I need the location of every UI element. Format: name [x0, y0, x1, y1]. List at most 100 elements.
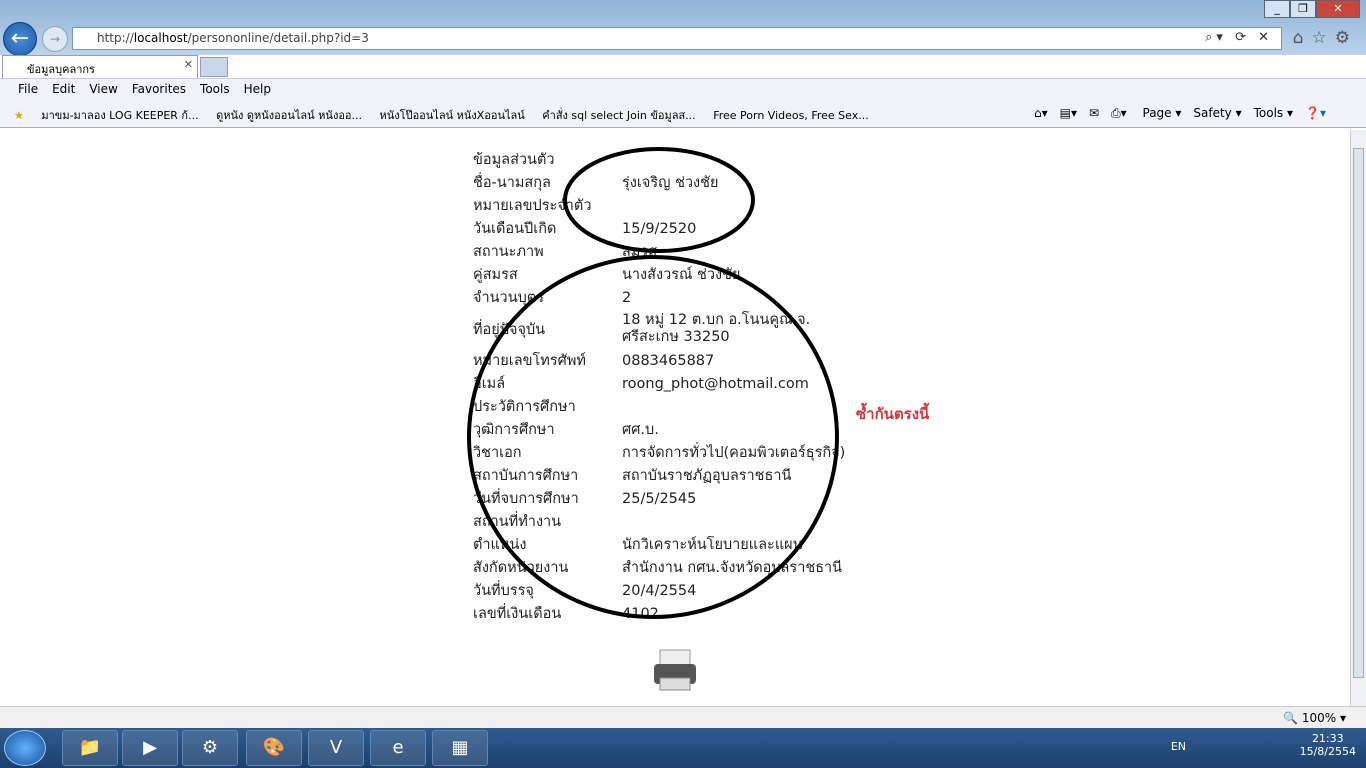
tab-active[interactable]: ข้อมูลบุคลากร ✕	[2, 55, 198, 78]
feeds-icon[interactable]: ▤▾	[1060, 106, 1077, 120]
field-value: 20/4/2554	[622, 582, 697, 599]
menu-bar: File Edit View Favorites Tools Help	[0, 78, 1366, 100]
printer-icon	[654, 649, 696, 691]
tools-menu[interactable]: Tools ▾	[1254, 106, 1293, 120]
zoom-value: 100%	[1301, 711, 1337, 725]
explorer-taskbar-icon[interactable]: 📁	[62, 730, 118, 766]
home-favorites-settings[interactable]: ⌂☆⚙	[1293, 28, 1358, 48]
scroll-thumb[interactable]	[1353, 148, 1364, 678]
table-row: สถานที่ทำงาน	[470, 510, 848, 533]
table-row: ชื่อ-นามสกุล รุ่งเจริญ ช่วงชัย	[470, 171, 848, 194]
field-label: ข้อมูลส่วนตัว	[473, 152, 555, 168]
help-icon[interactable]: ❓▾	[1305, 106, 1326, 120]
mail-icon[interactable]: ✉	[1089, 106, 1099, 120]
table-row: คู่สมรส นางสังวรณ์ ช่วงชัย	[470, 263, 848, 286]
favorite-link[interactable]: Free Porn Videos, Free Sex...	[713, 109, 869, 122]
field-label: วันที่บรรจุ	[473, 583, 534, 599]
gear-icon[interactable]: ⚙	[1335, 28, 1358, 48]
app-taskbar-icon[interactable]: ▦	[432, 730, 488, 766]
table-row: วุฒิการศึกษา ศศ.บ.	[470, 418, 848, 441]
paint-taskbar-icon[interactable]: 🎨	[246, 730, 302, 766]
address-line: ศรีสะเกษ 33250	[622, 329, 730, 345]
field-label: สถานะภาพ	[473, 244, 544, 260]
home-icon[interactable]: ⌂▾	[1034, 106, 1048, 120]
field-value: นักวิเคราะห์นโยบายและแผน	[622, 537, 803, 553]
annotation-note: ซ้ำกันตรงนี้	[856, 405, 930, 423]
page-menu[interactable]: Page ▾	[1143, 106, 1182, 120]
field-value: ศศ.บ.	[622, 422, 659, 438]
new-tab-button[interactable]	[200, 57, 228, 77]
table-row: วิชาเอก การจัดการทั่วไป(คอมพิวเตอร์ธุรกิจ…	[470, 441, 848, 464]
language-indicator[interactable]: EN	[1171, 740, 1186, 753]
field-value: 2	[622, 289, 632, 306]
field-value	[619, 194, 848, 217]
field-value	[619, 510, 848, 533]
personnel-detail-table: ข้อมูลส่วนตัวชื่อ-นามสกุล รุ่งเจริญ ช่วงช…	[470, 148, 848, 625]
field-value: สำนักงาน กศน.จังหวัดอุบลราชธานี	[622, 560, 843, 576]
field-label: จำนวนบุตร	[473, 290, 545, 306]
table-row: อีเมล์ roong_phot@hotmail.com	[470, 372, 848, 395]
field-label: วิชาเอก	[473, 445, 522, 461]
field-label: สังกัดหน่วยงาน	[473, 560, 569, 576]
field-label: วุฒิการศึกษา	[473, 422, 555, 438]
network-taskbar-icon[interactable]: ⚙	[182, 730, 238, 766]
zoom-icon: 🔍	[1283, 711, 1299, 725]
table-row: ที่อยู่ปัจจุบัน 18 หมู่ 12 ต.บก อ.โนนคูณ …	[470, 309, 848, 349]
address-line: 18 หมู่ 12 ต.บก อ.โนนคูณ จ.	[622, 312, 811, 328]
field-label: ชื่อ-นามสกุล	[473, 175, 551, 191]
table-row: ประวัติการศึกษา	[470, 395, 848, 418]
field-value: สถาบันราชภัฏอุบลราชธานี	[622, 468, 792, 484]
menu-edit[interactable]: Edit	[52, 82, 75, 96]
close-button[interactable]: ✕	[1316, 0, 1360, 18]
field-label: สถานที่ทำงาน	[473, 514, 562, 530]
address-controls[interactable]: ⌕▾ ⟳ ✕	[1205, 30, 1273, 45]
favorite-link[interactable]: คำสั่ง sql select Join ข้อมูลส...	[542, 109, 695, 122]
clock-date: 15/8/2554	[1299, 745, 1356, 758]
restore-button[interactable]: ❐	[1290, 0, 1316, 18]
vertical-scrollbar[interactable]	[1350, 130, 1366, 706]
favorite-link[interactable]: ดูหนัง ดูหนังออนไลน์ หนังออ...	[216, 109, 362, 122]
safety-menu[interactable]: Safety ▾	[1193, 106, 1241, 120]
tab-title: ข้อมูลบุคลากร	[27, 63, 95, 76]
clock[interactable]: 21:33 15/8/2554	[1300, 732, 1356, 758]
field-value: 18 หมู่ 12 ต.บก อ.โนนคูณ จ. ศรีสะเกษ 3325…	[619, 309, 848, 349]
menu-view[interactable]: View	[89, 82, 117, 96]
command-bar: ⌂▾ ▤▾ ✉ ⎙▾ Page ▾ Safety ▾ Tools ▾ ❓▾	[1022, 106, 1326, 121]
field-value: นางสังวรณ์ ช่วงชัย	[622, 267, 741, 283]
vnc-taskbar-icon[interactable]: V	[308, 730, 364, 766]
print-button[interactable]	[652, 648, 698, 692]
star-icon[interactable]: ☆	[1312, 28, 1335, 48]
favorite-link[interactable]: มาขม-มาลอง LOG KEEPER ก้...	[41, 109, 198, 122]
table-row: วันที่บรรจุ 20/4/2554	[470, 579, 848, 602]
table-row: สังกัดหน่วยงาน สำนักงาน กศน.จังหวัดอุบลรา…	[470, 556, 848, 579]
print-icon[interactable]: ⎙▾	[1111, 106, 1127, 120]
favorites-star-icon[interactable]: ★	[14, 109, 24, 122]
favorite-link[interactable]: หนังโป๊ออนไลน์ หนังXออนไลน์	[380, 109, 525, 122]
address-bar[interactable]: http://localhost/persononline/detail.php…	[72, 27, 1282, 50]
browser-titlebar: ← → http://localhost/persononline/detail…	[0, 0, 1366, 56]
start-button[interactable]	[4, 730, 46, 766]
field-value: 15/9/2520	[622, 220, 697, 237]
field-label: ประวัติการศึกษา	[473, 399, 576, 415]
menu-file[interactable]: File	[18, 82, 38, 96]
field-value: การจัดการทั่วไป(คอมพิวเตอร์ธุรกิจ)	[622, 445, 846, 461]
minimize-button[interactable]: _	[1264, 0, 1290, 18]
zoom-level[interactable]: 🔍 100% ▾	[1283, 711, 1346, 725]
field-label: วันเดือนปีเกิด	[473, 221, 557, 237]
ie-taskbar-icon[interactable]: e	[370, 730, 426, 766]
field-value: 25/5/2545	[622, 490, 697, 507]
forward-button[interactable]: →	[42, 26, 68, 52]
tab-close-icon[interactable]: ✕	[184, 58, 193, 71]
menu-favorites[interactable]: Favorites	[132, 82, 186, 96]
field-value: รุ่งเจริญ ช่วงชัย	[622, 175, 719, 191]
menu-tools[interactable]: Tools	[200, 82, 230, 96]
menu-help[interactable]: Help	[244, 82, 271, 96]
media-player-taskbar-icon[interactable]: ▶	[122, 730, 178, 766]
field-value: 4102	[622, 605, 659, 622]
table-row: เลขที่เงินเดือน 4102	[470, 602, 848, 625]
url-prefix: http://	[97, 31, 134, 45]
clock-time: 21:33	[1311, 732, 1344, 745]
back-button[interactable]: ←	[3, 22, 37, 56]
home-icon[interactable]: ⌂	[1293, 28, 1312, 48]
field-label: อีเมล์	[473, 376, 506, 392]
